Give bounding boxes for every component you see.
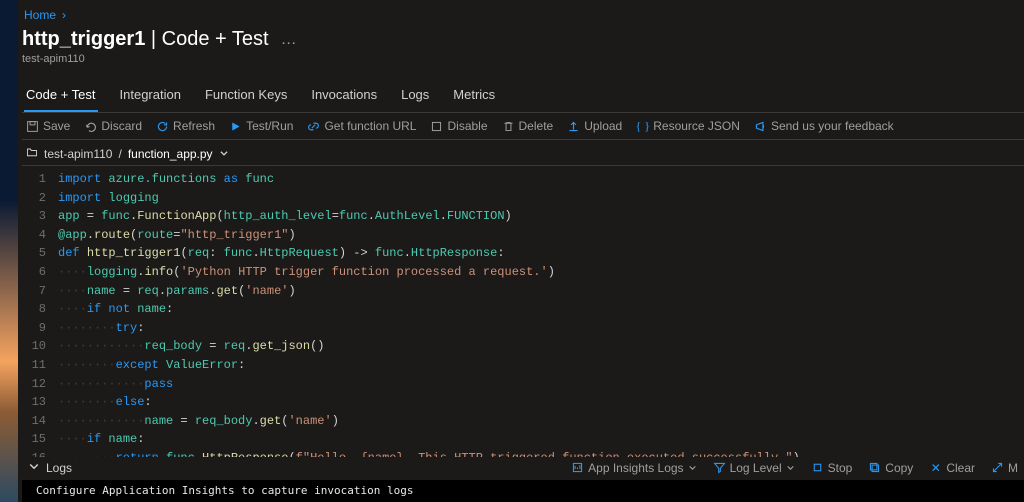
logs-toggle[interactable]: Logs (28, 460, 72, 475)
feedback-label: Send us your feedback (771, 119, 894, 133)
chevron-down-icon (28, 460, 40, 475)
expand-label: M (1008, 461, 1018, 475)
stop-label: Stop (828, 461, 853, 475)
chevron-right-icon: › (62, 8, 66, 22)
tab-code-test[interactable]: Code + Test (24, 81, 98, 112)
play-icon (229, 120, 242, 133)
test-run-button[interactable]: Test/Run (229, 119, 293, 133)
log-level-button[interactable]: Log Level (713, 461, 795, 475)
clear-label: Clear (946, 461, 975, 475)
test-run-label: Test/Run (246, 119, 293, 133)
file-name: function_app.py (128, 147, 213, 161)
logs-label: Logs (46, 461, 72, 475)
save-label: Save (43, 119, 70, 133)
expand-button[interactable]: M (991, 461, 1018, 475)
line-number-gutter: 12345678910111213141516171819202122 (22, 166, 56, 457)
logs-bar: Logs App Insights Logs Log Level Stop Co… (22, 454, 1024, 480)
get-function-url-label: Get function URL (324, 119, 416, 133)
discard-label: Discard (101, 119, 142, 133)
delete-label: Delete (519, 119, 554, 133)
resource-json-label: Resource JSON (653, 119, 740, 133)
link-icon (307, 120, 320, 133)
filter-icon (713, 461, 726, 474)
page-title: http_trigger1 | Code + Test (22, 28, 269, 51)
upload-button[interactable]: Upload (567, 119, 622, 133)
expand-icon (991, 461, 1004, 474)
trash-icon (502, 120, 515, 133)
more-actions-button[interactable]: … (277, 31, 301, 49)
chevron-down-icon (219, 147, 229, 161)
path-sep: / (118, 147, 121, 161)
refresh-button[interactable]: Refresh (156, 119, 215, 133)
page-title-sep: | (145, 28, 161, 50)
breadcrumb: Home › (22, 6, 1024, 24)
code-editor[interactable]: 12345678910111213141516171819202122 impo… (22, 165, 1024, 457)
braces-icon: { } (636, 120, 649, 133)
disable-button[interactable]: Disable (430, 119, 487, 133)
log-level-label: Log Level (730, 461, 782, 475)
chevron-down-icon (688, 461, 697, 475)
save-button[interactable]: Save (26, 119, 70, 133)
tab-metrics[interactable]: Metrics (451, 81, 497, 112)
megaphone-icon (754, 120, 767, 133)
insights-icon (571, 461, 584, 474)
logs-output: Configure Application Insights to captur… (22, 480, 1024, 502)
disable-icon (430, 120, 443, 133)
delete-button[interactable]: Delete (502, 119, 554, 133)
tabs: Code + Test Integration Function Keys Invoc… (22, 81, 1024, 113)
upload-label: Upload (584, 119, 622, 133)
refresh-icon (156, 120, 169, 133)
code-body[interactable]: import azure.functions as funcimport log… (56, 166, 800, 457)
folder-icon (26, 146, 38, 161)
tab-logs[interactable]: Logs (399, 81, 431, 112)
refresh-label: Refresh (173, 119, 215, 133)
file-path-selector[interactable]: test-apim110 / function_app.py (22, 140, 1024, 165)
toolbar: Save Discard Refresh Test/Run Get functi… (22, 113, 1024, 140)
copy-label: Copy (885, 461, 913, 475)
chevron-down-icon (786, 461, 795, 475)
discard-button[interactable]: Discard (84, 119, 142, 133)
upload-icon (567, 120, 580, 133)
tab-integration[interactable]: Integration (118, 81, 183, 112)
stop-icon (811, 461, 824, 474)
copy-button[interactable]: Copy (868, 461, 913, 475)
page-subtitle: test-apim110 (22, 51, 1024, 65)
feedback-button[interactable]: Send us your feedback (754, 119, 894, 133)
tab-invocations[interactable]: Invocations (309, 81, 379, 112)
breadcrumb-home[interactable]: Home (24, 8, 56, 22)
undo-icon (84, 120, 97, 133)
copy-icon (868, 461, 881, 474)
file-project: test-apim110 (44, 147, 112, 161)
clear-button[interactable]: ✕ Clear (929, 461, 975, 475)
app-insights-label: App Insights Logs (588, 461, 683, 475)
get-function-url-button[interactable]: Get function URL (307, 119, 416, 133)
stop-button[interactable]: Stop (811, 461, 853, 475)
clear-icon: ✕ (929, 461, 942, 474)
resource-json-button[interactable]: { } Resource JSON (636, 119, 740, 133)
save-icon (26, 120, 39, 133)
disable-label: Disable (447, 119, 487, 133)
page-title-name: http_trigger1 (22, 28, 145, 50)
app-insights-logs-button[interactable]: App Insights Logs (571, 461, 696, 475)
page-title-section: Code + Test (162, 28, 269, 50)
tab-function-keys[interactable]: Function Keys (203, 81, 289, 112)
